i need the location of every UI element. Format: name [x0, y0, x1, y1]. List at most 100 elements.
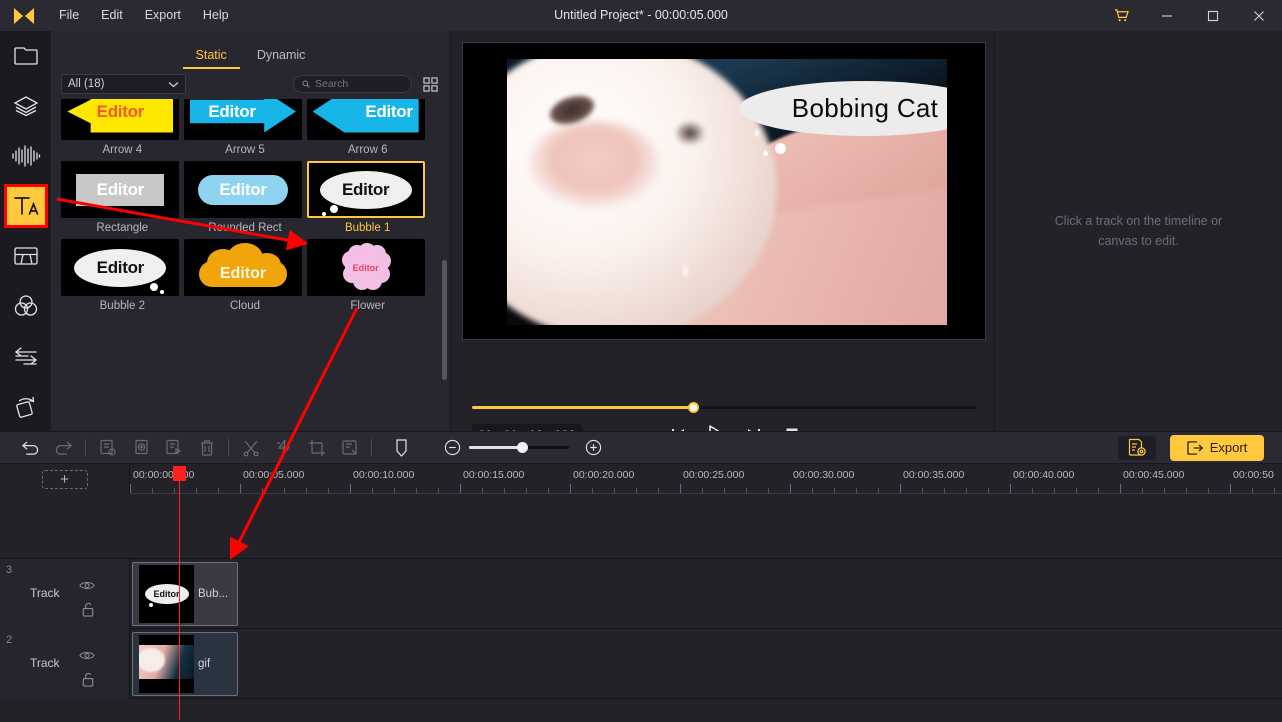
shape-text: Editor: [208, 101, 256, 121]
sidebar-item-media-library[interactable]: [0, 31, 51, 81]
search-input[interactable]: [315, 78, 403, 90]
template-flower[interactable]: Editor Flower: [306, 239, 429, 312]
sidebar-item-filters[interactable]: [0, 281, 51, 331]
undo-button[interactable]: [14, 431, 47, 464]
menu-export[interactable]: Export: [134, 0, 192, 31]
track-number: 2: [6, 634, 13, 646]
template-arrow-4[interactable]: Editor Arrow 4: [61, 99, 183, 156]
split-button[interactable]: [234, 431, 267, 464]
sidebar-item-text[interactable]: [0, 181, 51, 231]
app-logo: [0, 0, 48, 31]
sidebar-item-layers[interactable]: [0, 81, 51, 131]
crop-button[interactable]: [300, 431, 333, 464]
properties-empty-message: Click a track on the timeline or canvas …: [1024, 211, 1254, 251]
shape-text: Editor: [352, 262, 379, 273]
template-rectangle[interactable]: Editor Rectangle: [61, 161, 183, 234]
template-thumb: Editor: [183, 161, 302, 218]
shape-text: Editor: [96, 179, 145, 199]
redo-button[interactable]: [47, 431, 80, 464]
cart-icon[interactable]: [1098, 0, 1144, 31]
template-bubble-2[interactable]: Editor Bubble 2: [61, 239, 183, 312]
sidebar-item-motion[interactable]: [0, 381, 51, 431]
search-box[interactable]: [293, 75, 412, 93]
cat-nose-shape: [529, 121, 659, 207]
shape-arrow-left-blue: Editor: [312, 99, 419, 133]
freeze-frame-button[interactable]: [333, 431, 366, 464]
tab-static[interactable]: Static: [182, 48, 241, 69]
template-thumb: Editor: [183, 99, 302, 140]
title-bar: File Edit Export Help Untitled Project* …: [0, 0, 1282, 31]
preview-seekbar[interactable]: [472, 401, 977, 415]
template-label: Arrow 6: [347, 144, 388, 156]
shape-rect-gray: Editor: [76, 173, 165, 206]
zoom-out-icon[interactable]: [436, 431, 469, 464]
ruler-label: 00:00:20.000: [573, 469, 635, 481]
track-clips-2[interactable]: gif: [130, 629, 1282, 699]
ruler-label: 00:00:50: [1233, 469, 1274, 481]
menu-edit[interactable]: Edit: [90, 0, 134, 31]
timeline-zoom-slider[interactable]: [436, 431, 610, 464]
timeline-ruler[interactable]: 00:00:00.000 00:00:05.000 00:00:10.000 0…: [130, 464, 1282, 494]
duplicate-button[interactable]: [124, 431, 157, 464]
template-thumb: Editor: [306, 239, 425, 296]
delete-button[interactable]: [190, 431, 223, 464]
ruler-label: 00:00:15.000: [463, 469, 525, 481]
seek-handle[interactable]: [688, 402, 699, 413]
tab-dynamic[interactable]: Dynamic: [257, 48, 306, 69]
bubble-dot-small: [160, 289, 165, 294]
template-bubble-1[interactable]: Editor Bubble 1: [306, 161, 429, 234]
category-dropdown[interactable]: All (18): [61, 74, 186, 94]
marker-button[interactable]: [385, 431, 418, 464]
speech-bubble-dot-large: [775, 143, 786, 154]
add-track-button[interactable]: +: [41, 469, 88, 489]
sidebar-item-transitions[interactable]: [0, 331, 51, 381]
template-grid-scroll[interactable]: Arrow 1 Arrow 2 Arrow 3 Editor: [51, 99, 451, 431]
template-arrow-5[interactable]: Editor Arrow 5: [183, 99, 306, 156]
library-scrollbar[interactable]: [442, 105, 447, 425]
template-thumb: Editor: [183, 239, 302, 296]
minimize-button[interactable]: [1144, 0, 1190, 31]
sidebar-item-audio[interactable]: [0, 131, 51, 181]
render-preview-button[interactable]: [1118, 435, 1156, 460]
zoom-slider-track[interactable]: [469, 442, 569, 453]
template-thumb: Editor: [61, 239, 180, 296]
unlock-icon[interactable]: [81, 672, 95, 692]
zoom-in-icon[interactable]: [577, 431, 610, 464]
shape-ellipse-white-2: Editor: [74, 248, 167, 294]
sidebar-item-overlay[interactable]: [0, 231, 51, 281]
add-track-area: +: [0, 464, 130, 494]
ruler-label: 00:00:45.000: [1123, 469, 1185, 481]
category-dropdown-value: All (18): [68, 78, 105, 90]
track-name: Track: [30, 656, 60, 670]
clip-label: Bub...: [198, 588, 229, 600]
menu-file[interactable]: File: [48, 0, 90, 31]
close-button[interactable]: [1236, 0, 1282, 31]
maximize-button[interactable]: [1190, 0, 1236, 31]
preview-canvas[interactable]: Bobbing Cat: [462, 42, 986, 340]
speed-button[interactable]: [267, 431, 300, 464]
track-clips-3[interactable]: Editor Bub...: [130, 559, 1282, 629]
eye-icon[interactable]: [79, 578, 95, 596]
copy-button[interactable]: [91, 431, 124, 464]
clip-thumbnail: Editor: [139, 565, 194, 623]
timeline-clip-media[interactable]: gif: [132, 632, 238, 696]
timeline-clip-text[interactable]: Editor Bub...: [132, 562, 238, 626]
zoom-slider-handle[interactable]: [517, 442, 528, 453]
scrollbar-thumb[interactable]: [442, 260, 447, 380]
template-arrow-6[interactable]: Editor Arrow 6: [306, 99, 429, 156]
speech-bubble-dot-small: [763, 151, 768, 156]
template-thumb: Editor: [61, 99, 180, 140]
playhead-line[interactable]: [179, 466, 180, 720]
paste-button[interactable]: [157, 431, 190, 464]
grid-view-icon[interactable]: [420, 74, 440, 94]
template-rounded-rect[interactable]: Editor Rounded Rect: [183, 161, 306, 234]
template-label: Rectangle: [96, 222, 149, 234]
unlock-icon[interactable]: [81, 602, 95, 622]
template-cloud[interactable]: Editor Cloud: [183, 239, 306, 312]
ruler-label: 00:00:05.000: [243, 469, 305, 481]
eye-icon[interactable]: [79, 648, 95, 666]
app-root: File Edit Export Help Untitled Project* …: [0, 0, 1282, 722]
timeline-empty-row[interactable]: [0, 494, 1282, 559]
menu-help[interactable]: Help: [192, 0, 240, 31]
export-button[interactable]: Export: [1170, 434, 1264, 461]
